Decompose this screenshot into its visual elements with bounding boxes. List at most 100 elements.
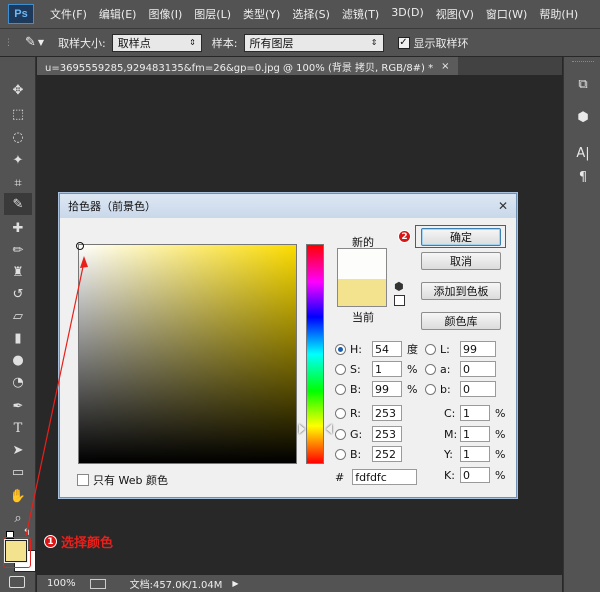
color-marker[interactable] — [76, 242, 84, 250]
menu-layer[interactable]: 图层(L) — [188, 6, 237, 22]
a-channel-radio[interactable] — [425, 363, 436, 375]
type-tool-icon[interactable]: T — [4, 417, 32, 439]
cyan-input[interactable]: 1 — [460, 405, 490, 421]
web-colors-only-checkbox[interactable] — [77, 474, 89, 486]
right-panel-dock: ⧉ ⬢ A| ¶ — [563, 57, 600, 592]
saturation-input[interactable]: 1 — [372, 361, 402, 377]
marquee-tool-icon[interactable]: ⬚ — [4, 103, 32, 125]
zoom-tool-icon[interactable]: ⌕ — [4, 507, 32, 529]
menu-image[interactable]: 图像(I) — [142, 6, 188, 22]
blue-input[interactable]: 252 — [372, 446, 402, 462]
pen-tool-icon[interactable]: ✒ — [4, 395, 32, 417]
add-to-swatches-button[interactable]: 添加到色板 — [421, 282, 501, 300]
stamp-tool-icon[interactable]: ♜ — [4, 261, 32, 283]
character-panel-icon[interactable]: A| — [572, 146, 594, 166]
brightness-input[interactable]: 99 — [372, 381, 402, 397]
saturation-unit: % — [407, 362, 418, 376]
dodge-tool-icon[interactable]: ◔ — [4, 371, 32, 393]
lightness-input[interactable]: 99 — [460, 341, 496, 357]
b-channel-input[interactable]: 0 — [460, 381, 496, 397]
magenta-input[interactable]: 1 — [460, 426, 490, 442]
blur-tool-icon[interactable]: ● — [4, 349, 32, 371]
sample-select[interactable]: 所有图层 ⇕ — [243, 33, 384, 52]
crop-tool-icon[interactable]: ⌗ — [4, 172, 32, 194]
history-brush-tool-icon[interactable]: ↺ — [4, 283, 32, 305]
current-color-swatch[interactable] — [337, 279, 387, 307]
lightness-radio[interactable] — [425, 343, 436, 355]
hue-radio[interactable] — [335, 343, 346, 355]
status-toggle-icon[interactable] — [89, 578, 106, 589]
dialog-title-bar: 拾色器（前景色） ✕ — [60, 194, 516, 218]
hex-input[interactable]: fdfdfc — [352, 469, 418, 485]
menu-type[interactable]: 类型(Y) — [237, 6, 286, 22]
saturation-brightness-field[interactable] — [76, 242, 297, 464]
web-colors-only-option[interactable]: 只有 Web 颜色 — [77, 472, 168, 488]
black-input[interactable]: 0 — [460, 467, 490, 483]
cyan-label: C: — [444, 406, 456, 420]
paragraph-panel-icon[interactable]: ¶ — [572, 170, 594, 190]
step-2-badge: 2 — [398, 230, 411, 243]
zoom-level[interactable]: 100% — [47, 578, 76, 589]
eraser-tool-icon[interactable]: ▱ — [4, 305, 32, 327]
eyedropper-tool-icon[interactable]: ✎ — [25, 35, 36, 50]
green-input[interactable]: 253 — [372, 426, 402, 442]
eyedropper-tool-icon[interactable]: ✎ — [4, 193, 32, 215]
tab-close-icon[interactable]: × — [441, 61, 449, 72]
brightness-radio[interactable] — [335, 383, 346, 395]
blue-radio[interactable] — [335, 448, 346, 460]
chevron-down-icon[interactable]: ▼ — [38, 38, 44, 47]
menu-select[interactable]: 选择(S) — [286, 6, 336, 22]
color-libraries-button[interactable]: 颜色库 — [421, 312, 501, 330]
magenta-label: M: — [444, 427, 458, 441]
close-icon[interactable]: ✕ — [496, 199, 510, 213]
out-of-gamut-cube-icon[interactable]: ⬢ — [394, 280, 404, 293]
menu-edit[interactable]: 编辑(E) — [93, 6, 143, 22]
red-input[interactable]: 253 — [372, 405, 402, 421]
yellow-input[interactable]: 1 — [460, 446, 490, 462]
show-ring-label: 显示取样环 — [413, 36, 469, 50]
menu-window[interactable]: 窗口(W) — [480, 6, 533, 22]
menu-view[interactable]: 视图(V) — [430, 6, 480, 22]
ok-button[interactable]: 确定 — [421, 228, 501, 246]
gradient-tool-icon[interactable]: ▮ — [4, 327, 32, 349]
path-selection-tool-icon[interactable]: ➤ — [4, 439, 32, 461]
history-panel-icon[interactable]: ⧉ — [572, 77, 594, 97]
a-channel-input[interactable]: 0 — [460, 361, 496, 377]
hand-tool-icon[interactable]: ✋ — [4, 485, 32, 507]
magic-wand-tool-icon[interactable]: ✦ — [4, 149, 32, 171]
hue-slider-left-arrow[interactable] — [299, 424, 305, 434]
hue-input[interactable]: 54 — [372, 341, 402, 357]
black-field-row: K: 0 % — [444, 467, 507, 483]
b-channel-radio[interactable] — [425, 383, 436, 395]
red-field-row: R: 253 — [335, 405, 402, 421]
sample-size-select[interactable]: 取样点 ⇕ — [111, 33, 202, 52]
menu-file[interactable]: 文件(F) — [44, 6, 93, 22]
lasso-tool-icon[interactable]: ◌ — [4, 126, 32, 148]
b-channel-field-row: b: 0 — [425, 381, 496, 397]
brush-tool-icon[interactable]: ✏ — [4, 239, 32, 261]
properties-panel-icon[interactable]: ⬢ — [572, 110, 594, 130]
lightness-label: L: — [440, 342, 450, 356]
web-safe-swatch[interactable] — [394, 295, 405, 306]
grip-icon: ⋮ — [4, 37, 13, 48]
cancel-button[interactable]: 取消 — [421, 252, 501, 270]
blue-field-row: B: 252 — [335, 446, 402, 462]
hue-slider[interactable] — [306, 244, 324, 464]
green-label: G: — [350, 427, 363, 441]
hex-field-row: # fdfdfc — [335, 469, 418, 485]
move-tool-icon[interactable]: ✥ — [4, 79, 32, 101]
show-ring-checkbox[interactable]: ✓ — [397, 36, 410, 49]
menu-help[interactable]: 帮助(H) — [533, 6, 584, 22]
menu-filter[interactable]: 滤镜(T) — [336, 6, 385, 22]
document-tab[interactable]: u=3695559285,929483135&fm=26&gp=0.jpg @ … — [37, 57, 458, 75]
red-radio[interactable] — [335, 407, 346, 419]
saturation-radio[interactable] — [335, 363, 346, 375]
status-menu-icon[interactable]: ▶ — [232, 579, 238, 588]
brightness-label: B: — [350, 382, 362, 396]
shape-tool-icon[interactable]: ▭ — [4, 461, 32, 483]
healing-brush-tool-icon[interactable]: ✚ — [4, 217, 32, 239]
green-radio[interactable] — [335, 428, 346, 440]
menu-3d[interactable]: 3D(D) — [385, 6, 430, 22]
quick-mask-icon[interactable] — [9, 576, 25, 588]
hue-slider-right-arrow[interactable] — [326, 424, 332, 434]
